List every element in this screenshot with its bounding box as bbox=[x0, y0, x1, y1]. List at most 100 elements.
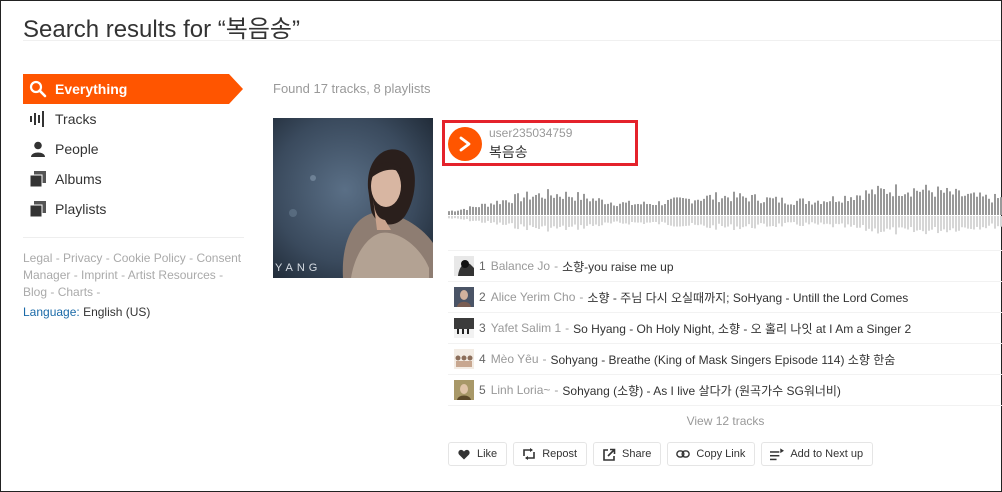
waveform-reflection bbox=[853, 216, 855, 225]
language-selector[interactable]: English (US) bbox=[83, 305, 150, 319]
sidebar-item-tracks[interactable]: Tracks bbox=[23, 104, 244, 134]
waveform-bar bbox=[661, 205, 663, 215]
waveform-bar bbox=[976, 196, 978, 215]
waveform-reflection bbox=[685, 216, 687, 226]
like-button[interactable]: Like bbox=[448, 442, 508, 466]
queue-add-icon bbox=[770, 447, 785, 461]
waveform-bar bbox=[472, 206, 474, 215]
waveform-bar bbox=[970, 193, 972, 215]
track-artist[interactable]: Mèo Yêu bbox=[491, 352, 539, 366]
waveform-bar bbox=[775, 196, 777, 215]
waveform-reflection bbox=[523, 216, 525, 227]
sidebar-item-label: Albums bbox=[55, 171, 102, 187]
track-row[interactable]: 5 Linh Loria~ - Sohyang (소향) - As I live… bbox=[448, 375, 1002, 406]
waveform-bar bbox=[505, 200, 507, 215]
track-artist[interactable]: Balance Jo bbox=[491, 259, 550, 273]
waveform-reflection bbox=[967, 216, 969, 229]
track-row[interactable]: 4 Mèo Yêu - Sohyang - Breathe (King of M… bbox=[448, 344, 1002, 375]
waveform-reflection bbox=[700, 216, 702, 225]
play-button[interactable] bbox=[448, 127, 482, 161]
footer-link-charts[interactable]: Charts bbox=[58, 285, 93, 299]
waveform-bar bbox=[865, 190, 867, 215]
track-row[interactable]: 1 Balance Jo - 소향-you raise me up bbox=[448, 251, 1002, 282]
track-name[interactable]: 소향 - 주님 다시 오실때까지; SoHyang - Untill the L… bbox=[587, 289, 908, 306]
waveform-reflection bbox=[934, 216, 936, 227]
waveform-reflection bbox=[820, 216, 822, 223]
waveform-bar bbox=[952, 194, 954, 215]
waveform-bar bbox=[676, 197, 678, 215]
waveform-reflection bbox=[832, 216, 834, 228]
waveform-reflection bbox=[973, 216, 975, 230]
waveform-bar bbox=[928, 190, 930, 215]
track-artist[interactable]: Alice Yerim Cho bbox=[491, 290, 576, 304]
waveform-bar bbox=[841, 202, 843, 215]
waveform-reflection bbox=[673, 216, 675, 227]
add-to-next-up-button[interactable]: Add to Next up bbox=[761, 442, 874, 466]
waveform-reflection bbox=[883, 216, 885, 232]
waveform-reflection bbox=[475, 216, 477, 221]
waveform-reflection bbox=[466, 216, 468, 219]
waveform-bar bbox=[685, 198, 687, 215]
sidebar-item-albums[interactable]: Albums bbox=[23, 164, 244, 194]
footer-link-privacy[interactable]: Privacy bbox=[63, 251, 102, 265]
waveform-reflection bbox=[994, 216, 996, 229]
footer-link-imprint[interactable]: Imprint bbox=[81, 268, 118, 282]
footer-link-cookie-policy[interactable]: Cookie Policy bbox=[113, 251, 186, 265]
footer-link-blog[interactable]: Blog bbox=[23, 285, 47, 299]
track-row[interactable]: 3 Yafet Salim 1 - So Hyang - Oh Holy Nig… bbox=[448, 313, 1002, 344]
waveform-bar bbox=[802, 198, 804, 215]
track-artist[interactable]: Linh Loria~ bbox=[491, 383, 551, 397]
playlist-title[interactable]: 복음송 bbox=[489, 142, 528, 162]
waveform-reflection bbox=[916, 216, 918, 231]
add-to-next-up-label: Add to Next up bbox=[790, 448, 864, 460]
waveform-bar bbox=[913, 188, 915, 215]
waveform-reflection bbox=[940, 216, 942, 231]
waveform-reflection bbox=[625, 216, 627, 224]
playlist-uploader[interactable]: user235034759 bbox=[489, 126, 572, 140]
waveform-bar bbox=[643, 201, 645, 215]
waveform-bar bbox=[568, 196, 570, 215]
sidebar-item-label: Tracks bbox=[55, 111, 97, 127]
waveform-bar bbox=[736, 197, 738, 215]
track-name[interactable]: Sohyang (소향) - As I live 살다가 (원곡가수 SG워너비… bbox=[562, 382, 841, 399]
waveform-reflection bbox=[910, 216, 912, 228]
waveform-reflection bbox=[829, 216, 831, 225]
track-row[interactable]: 2 Alice Yerim Cho - 소향 - 주님 다시 오실때까지; So… bbox=[448, 282, 1002, 313]
sidebar-item-people[interactable]: People bbox=[23, 134, 244, 164]
waveform-bar bbox=[793, 204, 795, 215]
waveform-bar bbox=[670, 198, 672, 215]
playlist-artwork[interactable]: YANG bbox=[273, 118, 433, 278]
track-artist[interactable]: Yafet Salim 1 bbox=[491, 321, 561, 335]
waveform-reflection bbox=[898, 216, 900, 228]
share-button[interactable]: Share bbox=[593, 442, 662, 466]
waveform-reflection bbox=[946, 216, 948, 233]
waveform-bar bbox=[904, 194, 906, 215]
language-row: Language: English (US) bbox=[23, 305, 244, 319]
waveform-bar bbox=[559, 196, 561, 215]
waveform-bar bbox=[967, 193, 969, 215]
footer-link-legal[interactable]: Legal bbox=[23, 251, 52, 265]
waveform-bar bbox=[820, 204, 822, 215]
track-name[interactable]: Sohyang - Breathe (King of Mask Singers … bbox=[551, 351, 896, 368]
waveform-bar bbox=[517, 193, 519, 215]
waveform-reflection bbox=[553, 216, 555, 227]
track-name[interactable]: 소향-you raise me up bbox=[562, 258, 673, 275]
waveform-bar bbox=[814, 202, 816, 215]
waveform[interactable] bbox=[448, 175, 1002, 235]
waveform-bar bbox=[613, 205, 615, 215]
waveform-bar bbox=[448, 211, 450, 215]
waveform-reflection bbox=[928, 216, 930, 231]
copy-link-button[interactable]: Copy Link bbox=[667, 442, 756, 466]
sidebar-item-everything[interactable]: Everything bbox=[23, 74, 243, 104]
waveform-reflection bbox=[958, 216, 960, 231]
waveform-reflection bbox=[952, 216, 954, 229]
view-more-tracks-link[interactable]: View 12 tracks bbox=[448, 406, 1002, 436]
footer-link-artist-resources[interactable]: Artist Resources bbox=[128, 268, 216, 282]
track-name[interactable]: So Hyang - Oh Holy Night, 소향 - 오 홀리 나잇 a… bbox=[573, 320, 911, 337]
waveform-bar bbox=[901, 196, 903, 215]
waveform-reflection bbox=[487, 216, 489, 221]
waveform-reflection bbox=[520, 216, 522, 225]
waveform-reflection bbox=[799, 216, 801, 226]
repost-button[interactable]: Repost bbox=[513, 442, 588, 466]
sidebar-item-playlists[interactable]: Playlists bbox=[23, 194, 244, 224]
